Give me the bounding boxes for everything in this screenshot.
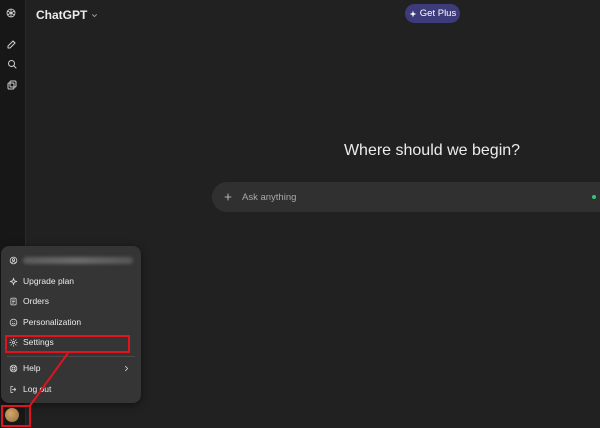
menu-item-label: Log out bbox=[23, 384, 52, 394]
menu-item-label: Personalization bbox=[23, 317, 82, 327]
chevron-right-icon bbox=[125, 365, 128, 372]
menu-item-label: Upgrade plan bbox=[23, 276, 75, 286]
chevron-down-icon bbox=[92, 13, 98, 17]
logout-icon bbox=[10, 385, 17, 393]
menu-item-orders[interactable]: Orders bbox=[5, 291, 137, 311]
model-label: ChatGPT bbox=[36, 8, 88, 22]
headline-text: Where should we begin? bbox=[343, 142, 521, 159]
new-chat-icon[interactable] bbox=[5, 37, 19, 51]
menu-item-help[interactable]: Help bbox=[5, 358, 137, 378]
menu-item-label: Help bbox=[23, 363, 41, 373]
composer bbox=[212, 182, 600, 212]
smile-icon bbox=[9, 318, 18, 326]
help-icon bbox=[9, 364, 18, 372]
status-dot bbox=[592, 195, 596, 199]
model-picker[interactable]: ChatGPT bbox=[36, 7, 99, 23]
avatar[interactable] bbox=[5, 408, 19, 422]
sparkle-icon bbox=[409, 10, 417, 17]
sparkle-icon bbox=[9, 277, 18, 285]
search-icon[interactable] bbox=[5, 57, 19, 71]
menu-divider bbox=[7, 356, 135, 357]
plus-icon[interactable] bbox=[223, 192, 233, 202]
account-email-redacted bbox=[23, 256, 133, 264]
get-plus-label: Get Plus bbox=[419, 8, 457, 19]
menu-item-upgrade-plan[interactable]: Upgrade plan bbox=[5, 271, 137, 291]
menu-item-label: Orders bbox=[23, 296, 49, 306]
menu-item-settings[interactable]: Settings bbox=[5, 332, 137, 352]
get-plus-button[interactable]: Get Plus bbox=[405, 4, 460, 23]
menu-item-label: Settings bbox=[23, 337, 54, 347]
page-title: Where should we begin? bbox=[212, 142, 600, 160]
gear-icon bbox=[9, 337, 18, 347]
menu-item-account[interactable] bbox=[5, 250, 137, 270]
user-icon bbox=[9, 256, 18, 264]
prompt-input[interactable] bbox=[242, 191, 542, 203]
openai-logo-icon[interactable] bbox=[5, 6, 19, 20]
menu-item-personalization[interactable]: Personalization bbox=[5, 312, 137, 332]
account-menu: Upgrade plan Orders Personalization Sett… bbox=[1, 246, 141, 403]
library-icon[interactable] bbox=[5, 78, 19, 92]
receipt-icon bbox=[10, 297, 17, 305]
menu-item-log-out[interactable]: Log out bbox=[5, 379, 137, 399]
